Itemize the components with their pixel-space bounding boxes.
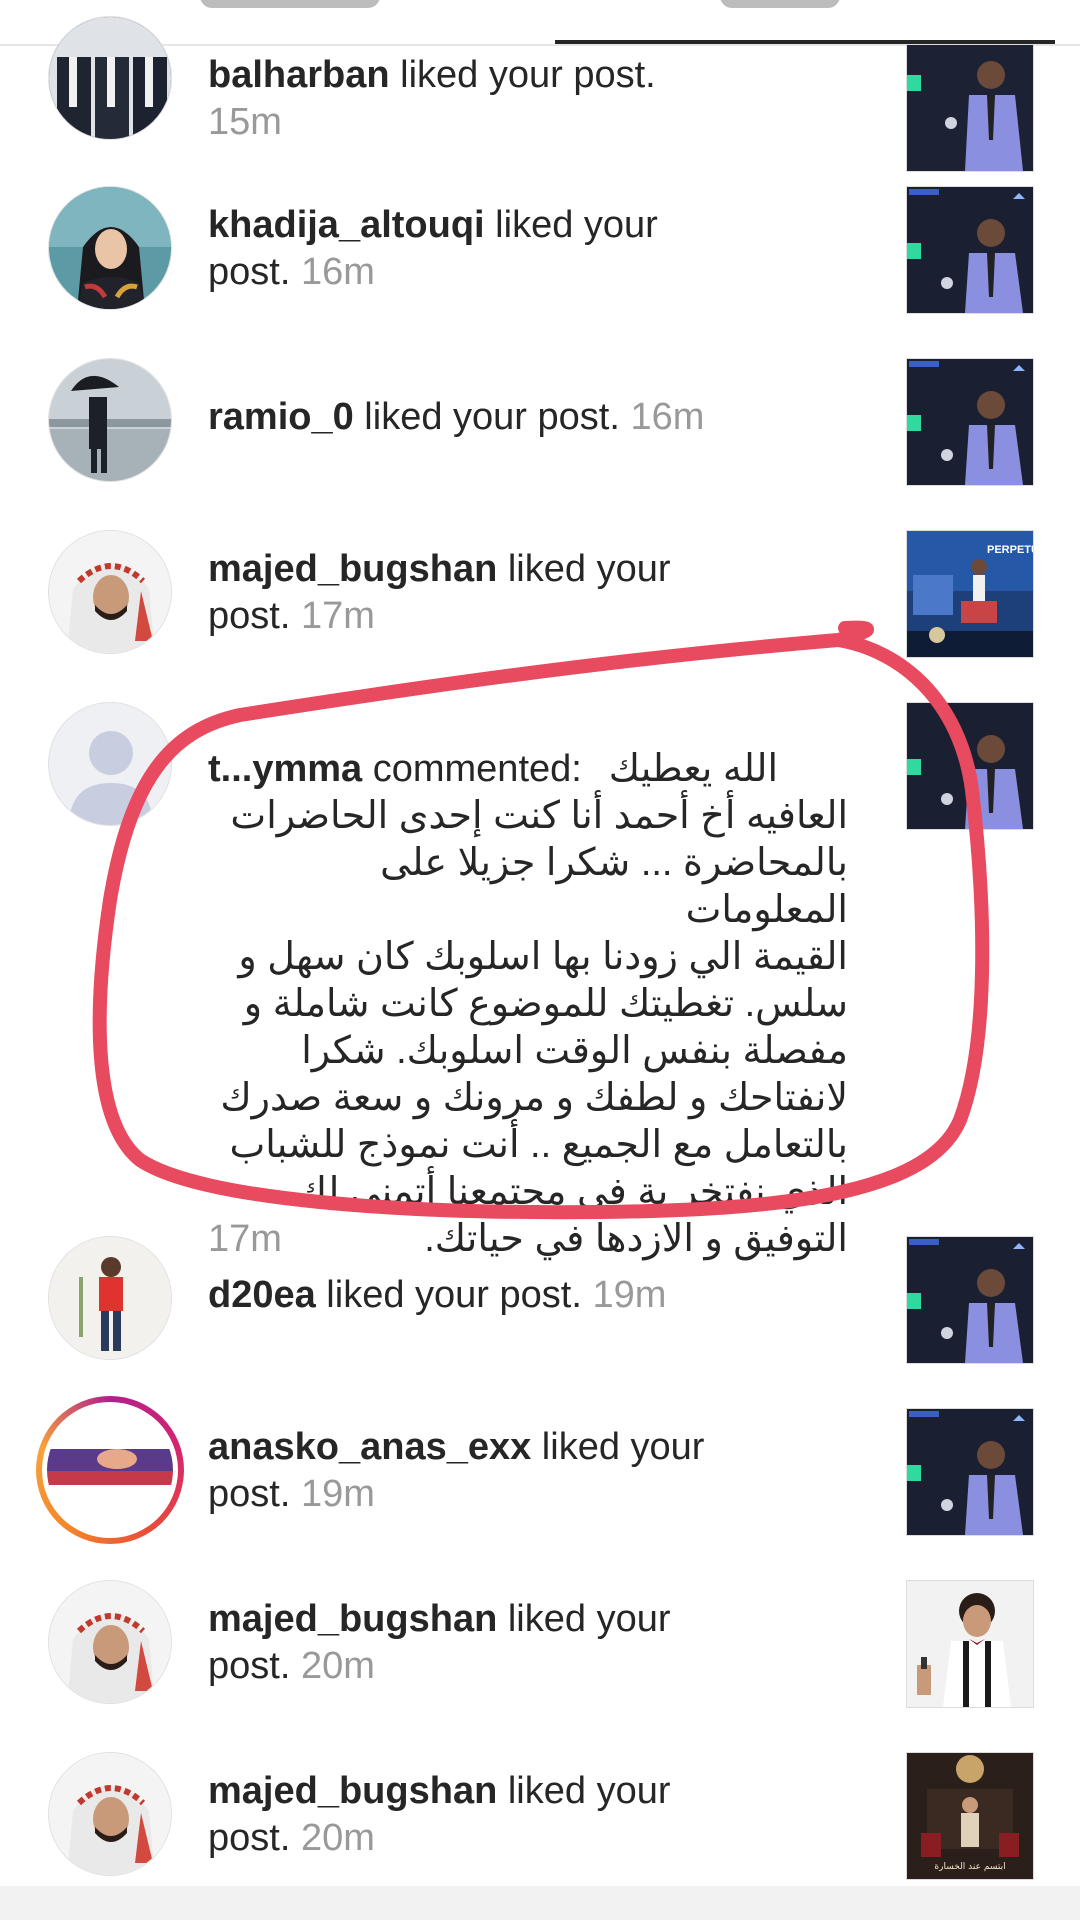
activity-row[interactable]: ramio_0 liked your post. 16m bbox=[0, 358, 1080, 530]
timestamp: 20m bbox=[300, 1645, 375, 1687]
speaker-photo bbox=[907, 1237, 1033, 1363]
username[interactable]: t...ymma bbox=[208, 748, 362, 790]
post-thumbnail[interactable]: PERPETU bbox=[906, 530, 1034, 658]
tab-following[interactable] bbox=[200, 0, 380, 8]
post-thumbnail[interactable] bbox=[906, 702, 1034, 830]
notification-text: majed_bugshan liked your post. 20m bbox=[208, 1768, 718, 1862]
username[interactable]: majed_bugshan bbox=[208, 1770, 497, 1812]
notification-text: majed_bugshan liked your post. 17m bbox=[208, 546, 718, 640]
comment-line: بالتعامل مع الجميع .. أنت نموذج للشباب bbox=[229, 1124, 848, 1166]
avatar-image bbox=[47, 1407, 173, 1533]
default-avatar-icon bbox=[49, 703, 171, 825]
notification-text: khadija_altouqi liked your post. 16m bbox=[208, 202, 718, 296]
action-text: commented: bbox=[362, 748, 582, 790]
avatar-image bbox=[49, 359, 171, 481]
comment-text: t...ymma commented: الله يعطيك العافيه أ… bbox=[208, 746, 858, 1263]
timestamp: 16m bbox=[630, 396, 705, 438]
notification-text: anasko_anas_exx liked your post. 19m bbox=[208, 1424, 718, 1518]
post-thumbnail[interactable] bbox=[906, 186, 1034, 314]
action-text: liked your post. bbox=[315, 1274, 582, 1316]
post-thumbnail[interactable] bbox=[906, 1408, 1034, 1536]
post-thumbnail[interactable]: ابتسم عند الخسارة bbox=[906, 1752, 1034, 1880]
timestamp: 17m bbox=[300, 595, 375, 637]
timestamp: 16m bbox=[300, 251, 375, 293]
avatar-image bbox=[49, 1237, 171, 1359]
activity-row[interactable]: balharban liked your post. 15m bbox=[0, 16, 1080, 196]
speaker-photo bbox=[907, 1409, 1033, 1535]
avatar-image bbox=[49, 531, 171, 653]
avatar[interactable] bbox=[48, 1236, 172, 1360]
notification-text: majed_bugshan liked your post. 20m bbox=[208, 1596, 718, 1690]
comment-line: لانفتاحك و لطفك و مرونك و سعة صدرك bbox=[220, 1077, 848, 1119]
book-cover-photo: ابتسم عند الخسارة bbox=[907, 1753, 1033, 1879]
avatar[interactable] bbox=[48, 1580, 172, 1704]
username[interactable]: khadija_altouqi bbox=[208, 204, 485, 246]
speaker-photo bbox=[907, 45, 1033, 171]
avatar-image bbox=[49, 1581, 171, 1703]
bottom-nav-edge bbox=[0, 1886, 1080, 1920]
notification-text: d20ea liked your post. 19m bbox=[208, 1272, 718, 1319]
comment-line: سلس. تغطيتك للموضوع كانت شاملة و bbox=[243, 983, 848, 1025]
activity-row[interactable]: khadija_altouqi liked your post. 16m bbox=[0, 186, 1080, 358]
notification-text: balharban liked your post. 15m bbox=[208, 52, 718, 146]
comment-line: القيمة الي زودنا بها اسلوبك كان سهل و bbox=[238, 936, 848, 978]
action-text: liked your post. bbox=[353, 396, 620, 438]
avatar-image bbox=[49, 187, 171, 309]
avatar[interactable] bbox=[48, 702, 172, 826]
avatar-image bbox=[49, 1753, 171, 1875]
speaker-photo bbox=[907, 703, 1033, 829]
post-thumbnail[interactable] bbox=[906, 358, 1034, 486]
username[interactable]: majed_bugshan bbox=[208, 1598, 497, 1640]
tab-you[interactable] bbox=[720, 0, 840, 8]
timestamp: 15m bbox=[208, 101, 282, 143]
comment-line: العافيه أخ أحمد أنا كنت إحدى الحاضرات bbox=[230, 795, 848, 837]
avatar[interactable] bbox=[48, 530, 172, 654]
book-title-text: ابتسم عند الخسارة bbox=[934, 1862, 1005, 1872]
speaker-photo bbox=[907, 187, 1033, 313]
avatar-story-ring[interactable] bbox=[36, 1396, 184, 1544]
timestamp: 19m bbox=[592, 1274, 667, 1316]
action-text: liked your post. bbox=[389, 54, 656, 96]
stage-sign-text: PERPETU bbox=[987, 544, 1033, 556]
comment-line: الذي نفتخر بة في مجتمعنا أتمنى لك bbox=[295, 1171, 848, 1213]
comment-line: بالمحاضرة ... شكرا جزيلا على المعلومات bbox=[380, 842, 848, 931]
post-thumbnail[interactable] bbox=[906, 1236, 1034, 1364]
post-thumbnail[interactable] bbox=[906, 44, 1034, 172]
timestamp: 19m bbox=[300, 1473, 375, 1515]
activity-row[interactable]: anasko_anas_exx liked your post. 19m bbox=[0, 1396, 1080, 1580]
avatar-image bbox=[49, 17, 171, 139]
username[interactable]: d20ea bbox=[208, 1274, 316, 1316]
username[interactable]: anasko_anas_exx bbox=[208, 1426, 531, 1468]
activity-row[interactable]: majed_bugshan liked your post. 17m PERPE… bbox=[0, 530, 1080, 702]
activity-row[interactable]: majed_bugshan liked your post. 20m bbox=[0, 1580, 1080, 1752]
avatar[interactable] bbox=[48, 1752, 172, 1876]
avatar[interactable] bbox=[48, 358, 172, 482]
speaker-photo bbox=[907, 1581, 1033, 1707]
comment-line: مفصلة بنفس الوقت اسلوبك. شكرا bbox=[301, 1030, 848, 1072]
stage-photo: PERPETU bbox=[907, 531, 1033, 657]
username[interactable]: ramio_0 bbox=[208, 396, 354, 438]
timestamp: 20m bbox=[300, 1817, 375, 1859]
activity-row[interactable]: d20ea liked your post. 19m bbox=[0, 1236, 1080, 1408]
activity-tab-bar bbox=[0, 0, 1080, 46]
speaker-photo bbox=[907, 359, 1033, 485]
username[interactable]: majed_bugshan bbox=[208, 548, 497, 590]
username[interactable]: balharban bbox=[208, 54, 390, 96]
notification-text: ramio_0 liked your post. 16m bbox=[208, 394, 718, 441]
avatar[interactable] bbox=[48, 16, 172, 140]
post-thumbnail[interactable] bbox=[906, 1580, 1034, 1708]
avatar[interactable] bbox=[48, 186, 172, 310]
